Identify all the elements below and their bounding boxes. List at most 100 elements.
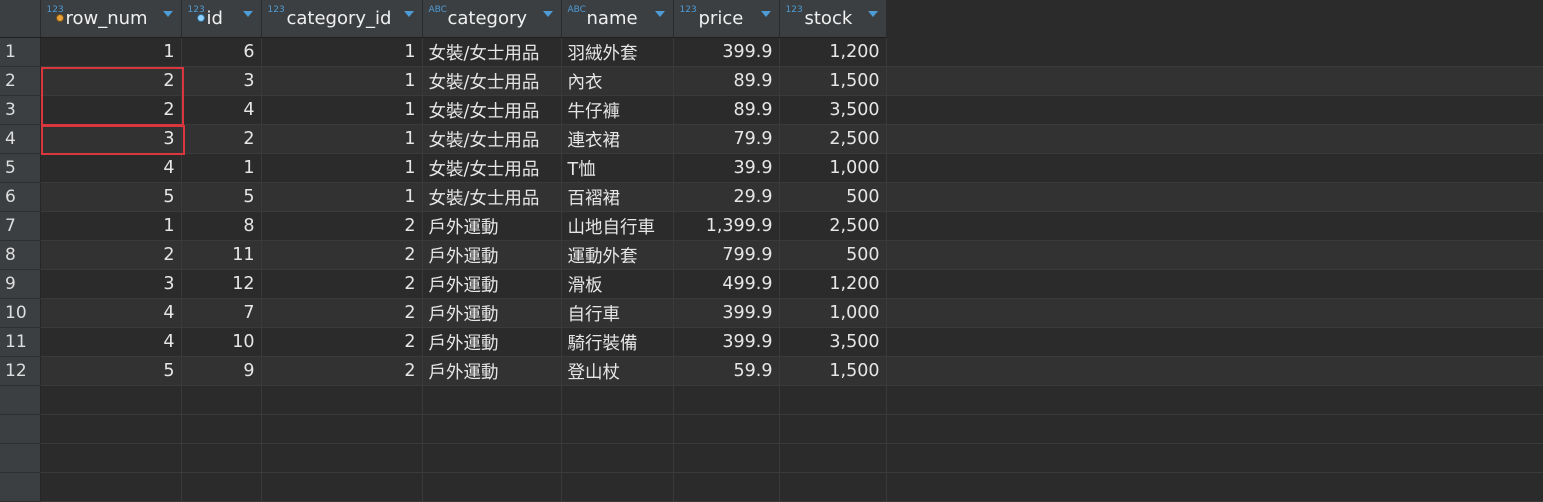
cell-stock[interactable]: 1,200 [779,269,887,299]
cell-price[interactable]: 59.9 [673,356,780,386]
row-number[interactable]: 12 [0,356,41,386]
column-header-id[interactable]: 123 id [181,0,262,38]
cell-category[interactable]: 女裝/女士用品 [422,66,562,96]
cell-category-id[interactable]: 2 [261,240,423,270]
cell-id[interactable]: 10 [181,327,262,357]
column-header-category-id[interactable]: 123 category_id [261,0,423,38]
table-row[interactable]: 10 4 7 2 戶外運動 自行車 399.9 1,000 [0,298,1543,328]
cell-price[interactable]: 89.9 [673,66,780,96]
column-header-category[interactable]: ABC category [422,0,562,38]
cell-category[interactable]: 戶外運動 [422,356,562,386]
row-number[interactable]: 10 [0,298,41,328]
cell-category[interactable]: 戶外運動 [422,240,562,270]
cell-category[interactable]: 戶外運動 [422,211,562,241]
cell-id[interactable]: 8 [181,211,262,241]
column-header-stock[interactable]: 123 stock [779,0,887,38]
cell-category-id[interactable]: 1 [261,153,423,183]
table-row[interactable]: 12 5 9 2 戶外運動 登山杖 59.9 1,500 [0,356,1543,386]
table-row[interactable]: 2 2 3 1 女裝/女士用品 內衣 89.9 1,500 [0,66,1543,96]
column-filter-arrow-icon[interactable] [654,11,665,17]
table-row[interactable]: 9 3 12 2 戶外運動 滑板 499.9 1,200 [0,269,1543,299]
cell-row-num[interactable]: 4 [40,327,182,357]
column-header-row-num[interactable]: 123 row_num [40,0,182,38]
cell-stock[interactable]: 3,500 [779,327,887,357]
cell-category-id[interactable]: 2 [261,356,423,386]
cell-stock[interactable]: 1,500 [779,66,887,96]
column-header-name[interactable]: ABC name [561,0,674,38]
table-row[interactable]: 6 5 5 1 女裝/女士用品 百褶裙 29.9 500 [0,182,1543,212]
column-filter-arrow-icon[interactable] [542,11,553,17]
cell-category[interactable]: 女裝/女士用品 [422,153,562,183]
cell-stock[interactable]: 1,500 [779,356,887,386]
cell-row-num[interactable]: 2 [40,66,182,96]
table-row[interactable]: 11 4 10 2 戶外運動 騎行裝備 399.9 3,500 [0,327,1543,357]
cell-name[interactable]: 牛仔褲 [561,95,674,125]
cell-stock[interactable]: 1,000 [779,153,887,183]
row-number[interactable]: 6 [0,182,41,212]
cell-name[interactable]: 連衣裙 [561,124,674,154]
cell-row-num[interactable]: 5 [40,182,182,212]
cell-id[interactable]: 1 [181,153,262,183]
cell-stock[interactable]: 2,500 [779,124,887,154]
cell-category-id[interactable]: 1 [261,66,423,96]
cell-name[interactable]: 運動外套 [561,240,674,270]
table-row[interactable]: 3 2 4 1 女裝/女士用品 牛仔褲 89.9 3,500 [0,95,1543,125]
table-row[interactable]: 4 3 2 1 女裝/女士用品 連衣裙 79.9 2,500 [0,124,1543,154]
cell-row-num[interactable]: 4 [40,153,182,183]
corner-cell[interactable] [0,0,41,38]
cell-category[interactable]: 女裝/女士用品 [422,182,562,212]
cell-id[interactable]: 11 [181,240,262,270]
cell-row-num[interactable]: 1 [40,211,182,241]
cell-price[interactable]: 499.9 [673,269,780,299]
cell-price[interactable]: 399.9 [673,37,780,67]
cell-category[interactable]: 戶外運動 [422,327,562,357]
cell-row-num[interactable]: 3 [40,269,182,299]
cell-category[interactable]: 女裝/女士用品 [422,95,562,125]
cell-stock[interactable]: 500 [779,240,887,270]
row-number[interactable]: 2 [0,66,41,96]
cell-price[interactable]: 89.9 [673,95,780,125]
row-number[interactable]: 11 [0,327,41,357]
row-number[interactable]: 1 [0,37,41,67]
cell-category-id[interactable]: 2 [261,327,423,357]
cell-price[interactable]: 1,399.9 [673,211,780,241]
column-filter-arrow-icon[interactable] [760,11,771,17]
cell-category[interactable]: 戶外運動 [422,298,562,328]
cell-name[interactable]: 山地自行車 [561,211,674,241]
cell-name[interactable]: 騎行裝備 [561,327,674,357]
cell-stock[interactable]: 1,200 [779,37,887,67]
cell-price[interactable]: 399.9 [673,327,780,357]
cell-row-num[interactable]: 5 [40,356,182,386]
cell-row-num[interactable]: 2 [40,95,182,125]
cell-stock[interactable]: 3,500 [779,95,887,125]
cell-category[interactable]: 戶外運動 [422,269,562,299]
column-filter-arrow-icon[interactable] [162,11,173,17]
cell-name[interactable]: 登山杖 [561,356,674,386]
cell-name[interactable]: 羽絨外套 [561,37,674,67]
table-row[interactable]: 7 1 8 2 戶外運動 山地自行車 1,399.9 2,500 [0,211,1543,241]
cell-id[interactable]: 9 [181,356,262,386]
cell-category-id[interactable]: 2 [261,269,423,299]
cell-category-id[interactable]: 2 [261,211,423,241]
cell-row-num[interactable]: 3 [40,124,182,154]
cell-name[interactable]: 內衣 [561,66,674,96]
cell-name[interactable]: 自行車 [561,298,674,328]
cell-name[interactable]: T恤 [561,153,674,183]
cell-price[interactable]: 399.9 [673,298,780,328]
row-number[interactable]: 5 [0,153,41,183]
table-row[interactable]: 5 4 1 1 女裝/女士用品 T恤 39.9 1,000 [0,153,1543,183]
row-number[interactable]: 9 [0,269,41,299]
cell-name[interactable]: 百褶裙 [561,182,674,212]
cell-id[interactable]: 7 [181,298,262,328]
cell-stock[interactable]: 1,000 [779,298,887,328]
cell-category-id[interactable]: 2 [261,298,423,328]
row-number[interactable]: 4 [0,124,41,154]
cell-price[interactable]: 799.9 [673,240,780,270]
cell-id[interactable]: 4 [181,95,262,125]
cell-category-id[interactable]: 1 [261,182,423,212]
cell-category[interactable]: 女裝/女士用品 [422,37,562,67]
cell-row-num[interactable]: 2 [40,240,182,270]
cell-price[interactable]: 39.9 [673,153,780,183]
cell-id[interactable]: 5 [181,182,262,212]
row-number[interactable]: 7 [0,211,41,241]
